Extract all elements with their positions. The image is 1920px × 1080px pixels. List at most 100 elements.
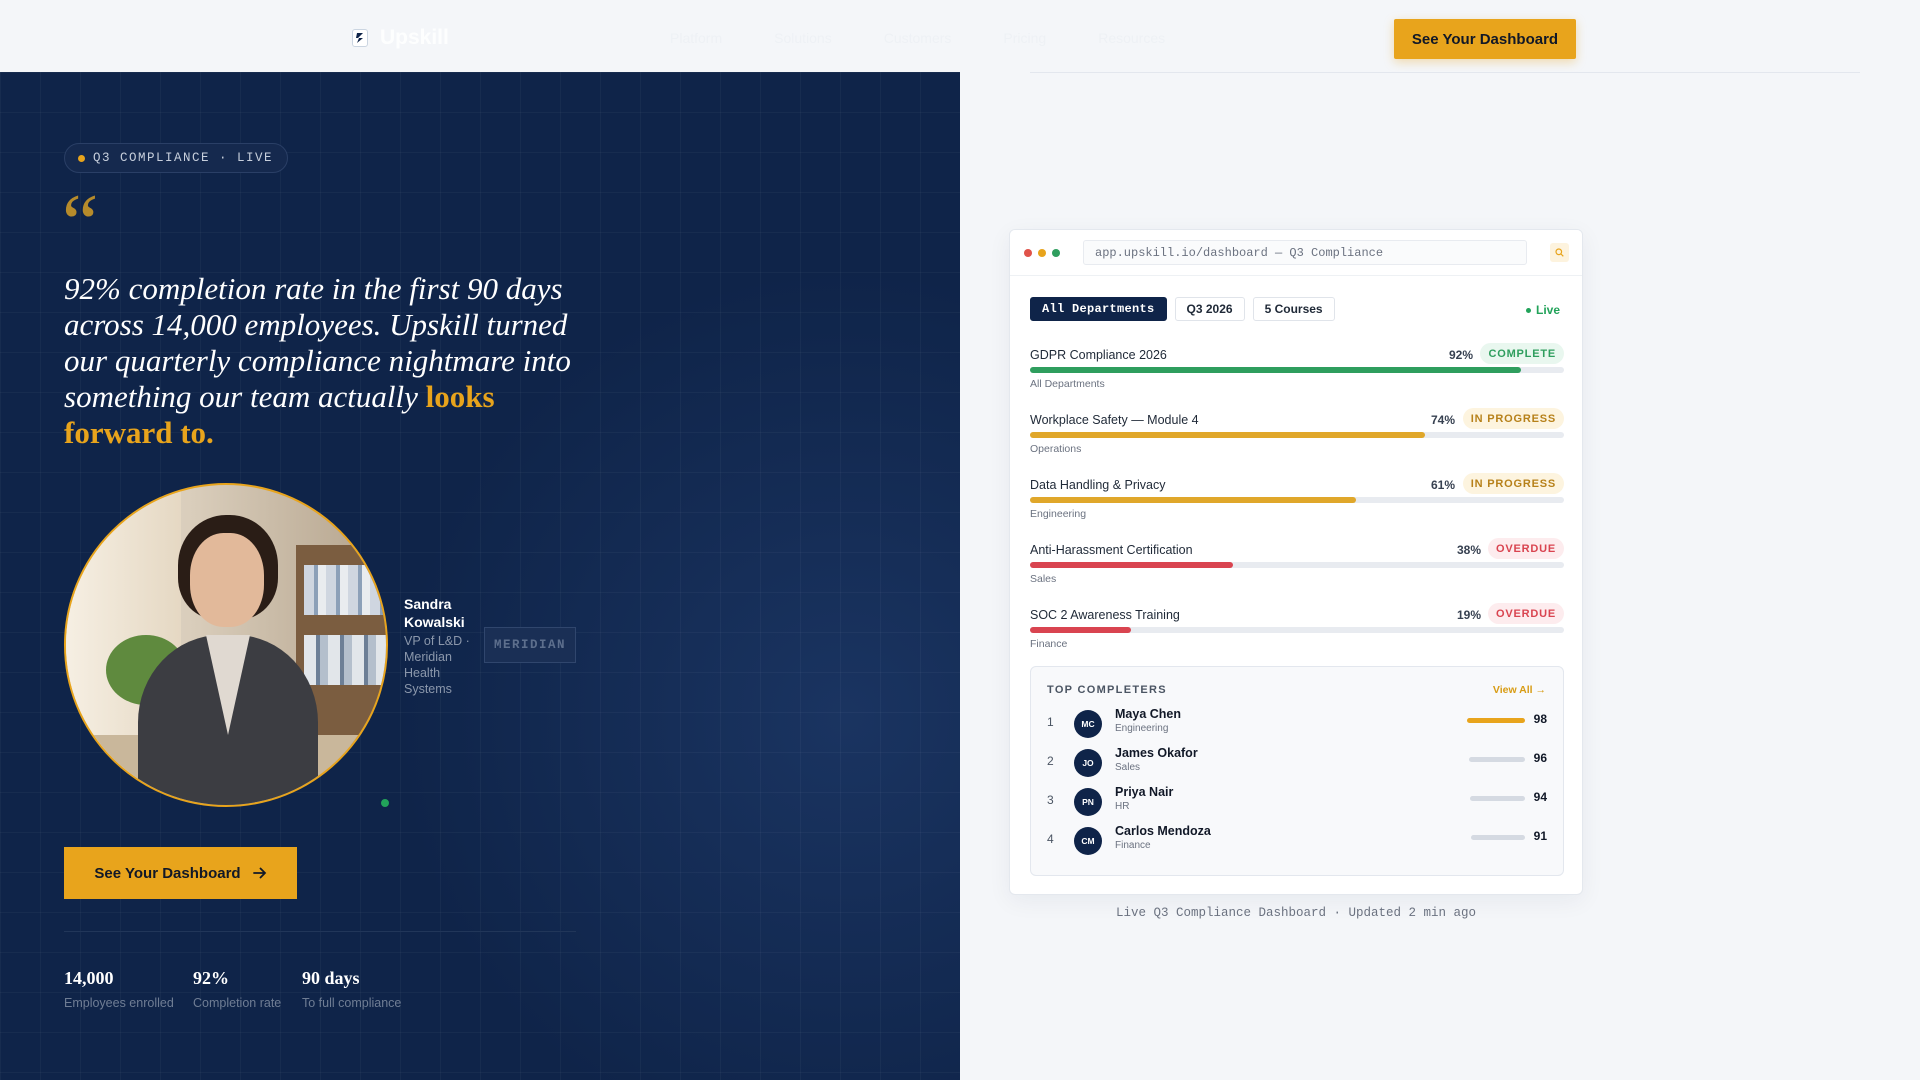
avatar: CM [1074,827,1102,855]
top-navigation: Upskill Platform Solutions Customers Pri… [0,0,1920,72]
see-dashboard-button[interactable]: See Your Dashboard [64,847,297,899]
person-role: VP of L&D · Meridian Health Systems [404,634,470,696]
maximize-dot-icon [1052,249,1060,257]
course-percent: 61% [1430,478,1455,492]
testimonial-quote: 92% completion rate in the first 90 days… [64,271,584,451]
stat-employees: 14,000 Employees enrolled [64,968,174,1010]
avatar: MC [1074,710,1102,738]
course-percent: 19% [1456,608,1481,622]
course-department: Sales [1030,573,1057,585]
course-status-badge: IN PROGRESS [1462,473,1564,494]
course-progress-fill [1030,497,1356,503]
completer-score: 94 [1533,790,1547,804]
score-bar [1467,718,1525,723]
course-title: Workplace Safety — Module 4 [1030,413,1199,427]
upskill-logo-icon [352,29,368,47]
course-status-badge: OVERDUE [1488,538,1564,559]
course-progress-track [1030,432,1564,438]
pill-label: Q3 COMPLIANCE · LIVE [93,151,274,165]
course-title: GDPR Compliance 2026 [1030,348,1167,362]
nav-item-solutions[interactable]: Solutions [774,30,832,46]
view-all-link[interactable]: View All → [1493,684,1546,696]
verified-status-icon [379,797,391,809]
nav-item-resources[interactable]: Resources [1098,30,1165,46]
testimonial-portrait [64,483,388,807]
leaderboard-row[interactable]: 1 MC Maya Chen Engineering 98 [1047,707,1547,738]
rank-number: 3 [1047,793,1054,807]
rank-number: 1 [1047,715,1054,729]
search-icon[interactable] [1550,243,1569,262]
course-status-badge: OVERDUE [1488,603,1564,624]
stats-divider [64,931,576,932]
completer-score: 91 [1533,829,1547,843]
leaderboard-row[interactable]: 3 PN Priya Nair HR 94 [1047,785,1547,816]
rank-number: 2 [1047,754,1054,768]
address-bar[interactable]: app.upskill.io/dashboard — Q3 Compliance [1083,240,1527,265]
header-dashboard-button[interactable]: See Your Dashboard [1394,19,1576,59]
compliance-live-pill: Q3 COMPLIANCE · LIVE [64,143,289,173]
stat-duration: 90 days To full compliance [302,968,402,1010]
dashboard-preview: app.upskill.io/dashboard — Q3 Compliance… [1009,229,1583,895]
live-dot-icon [78,154,85,162]
course-row[interactable]: GDPR Compliance 2026 92% COMPLETE All Depar… [1030,343,1564,407]
course-department: Engineering [1030,508,1087,520]
course-row[interactable]: SOC 2 Awareness Training 19% OVERDUE Financ… [1030,603,1564,667]
leaderboard-row[interactable]: 4 CM Carlos Mendoza Finance 91 [1047,824,1547,855]
score-bar [1470,796,1525,801]
minimize-dot-icon [1038,249,1046,257]
avatar: PN [1074,788,1102,816]
course-progress-track [1030,562,1564,568]
person-name: Sandra Kowalski [404,596,465,630]
main-nav: Platform Solutions Customers Pricing Res… [670,30,1165,46]
stat-completion: 92% Completion rate [193,968,282,1010]
completer-score: 96 [1533,751,1547,765]
course-percent: 74% [1430,413,1455,427]
brand-logo[interactable]: Upskill [352,26,449,50]
quote-text: 92% completion rate in the first 90 days… [64,271,571,414]
score-bar [1471,835,1525,840]
nav-item-pricing[interactable]: Pricing [1003,30,1046,46]
completer-department: HR [1115,801,1130,812]
course-progress-track [1030,627,1564,633]
close-dot-icon [1024,249,1032,257]
course-department: Finance [1030,638,1068,650]
testimonial-panel: Q3 COMPLIANCE · LIVE “ 92% completion ra… [0,72,960,1080]
course-row[interactable]: Anti-Harassment Certification 38% OVERDUE S… [1030,538,1564,602]
course-progress-track [1030,367,1564,373]
nav-item-customers[interactable]: Customers [884,30,952,46]
course-percent: 38% [1456,543,1481,557]
leaderboard-row[interactable]: 2 JO James Okafor Sales 96 [1047,746,1547,777]
top-completers-panel: TOP COMPLETERS View All → 1 MC Maya Chen En… [1030,666,1564,876]
course-row[interactable]: Workplace Safety — Module 4 74% IN PROGRES… [1030,408,1564,472]
completer-department: Engineering [1115,723,1169,734]
course-department: Operations [1030,443,1082,455]
completer-name: James Okafor [1115,746,1198,760]
filter-quarter[interactable]: Q3 2026 [1174,297,1245,321]
dashboard-filters: All Departments Q3 2026 5 Courses [1030,297,1335,321]
completer-score: 98 [1533,712,1547,726]
completer-department: Sales [1115,762,1141,773]
course-status-badge: IN PROGRESS [1462,408,1564,429]
browser-chrome: app.upskill.io/dashboard — Q3 Compliance [1010,230,1582,276]
cta-label: See Your Dashboard [94,864,241,882]
filter-courses[interactable]: 5 Courses [1252,297,1335,321]
dashboard-caption: Live Q3 Compliance Dashboard · Updated 2… [1115,906,1477,920]
course-progress-fill [1030,432,1426,438]
course-title: SOC 2 Awareness Training [1030,608,1180,622]
company-logo: MERIDIAN [484,627,576,663]
quote-mark-icon: “ [62,177,99,268]
course-progress-fill [1030,562,1233,568]
score-bar [1469,757,1525,762]
live-dot-icon [1526,307,1531,313]
filter-all-departments[interactable]: All Departments [1030,297,1167,321]
avatar: JO [1074,749,1102,777]
top-completers-title: TOP COMPLETERS [1047,684,1167,696]
course-title: Anti-Harassment Certification [1030,543,1193,557]
header-divider [1030,72,1860,73]
rank-number: 4 [1047,832,1054,846]
nav-item-platform[interactable]: Platform [670,30,722,46]
brand-name: Upskill [380,26,449,49]
course-title: Data Handling & Privacy [1030,478,1166,492]
course-row[interactable]: Data Handling & Privacy 61% IN PROGRESS Eng… [1030,473,1564,537]
completer-department: Finance [1115,840,1151,851]
